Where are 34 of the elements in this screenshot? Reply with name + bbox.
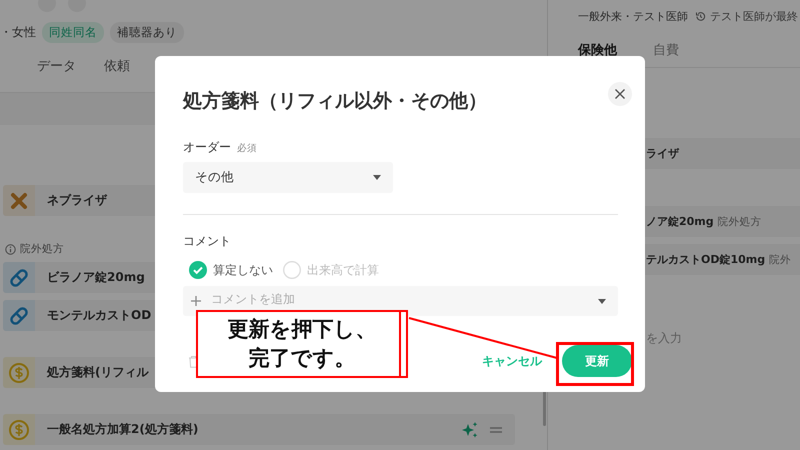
order-row[interactable]: 一般名処方加算2(処方箋料): [3, 414, 515, 445]
close-button[interactable]: [608, 82, 632, 106]
radio-icon[interactable]: [283, 261, 301, 279]
tab[interactable]: 自費: [653, 41, 679, 67]
coin-icon: [7, 360, 31, 384]
caret-icon: [598, 298, 606, 304]
tab[interactable]: 依頼: [104, 57, 130, 77]
sparkle-icon: [461, 420, 479, 438]
order-select[interactable]: その他: [183, 162, 393, 193]
dialog-title: 処方箋料（リフィル以外・その他）: [183, 89, 487, 114]
patient-tag: 補聴器あり: [110, 22, 184, 42]
patient-demographics: ・女性: [0, 24, 36, 40]
callout-text: 更新を押下し、完了です。: [196, 310, 408, 378]
close-icon: [614, 88, 626, 100]
info-icon: [5, 244, 16, 254]
history-text: テスト医師が最終: [710, 9, 798, 24]
field-label: オーダー: [183, 139, 231, 156]
order-note: 院外処方: [718, 214, 762, 228]
order-note: 院外: [769, 252, 792, 266]
drag-handle-icon[interactable]: [489, 424, 503, 434]
tab[interactable]: データ: [37, 57, 76, 77]
field-label: コメント: [183, 233, 231, 250]
coin-icon: [7, 418, 31, 442]
caret-icon: [373, 175, 381, 180]
plus-icon: [191, 296, 201, 306]
group-label: 院外処方: [20, 242, 64, 256]
update-button[interactable]: 更新: [562, 345, 632, 377]
patient-tag: 同姓同名: [42, 22, 104, 42]
history-icon: [695, 11, 706, 22]
required-mark: 必須: [237, 142, 257, 155]
check-circle-icon[interactable]: [189, 261, 207, 279]
cancel-button[interactable]: キャンセル: [480, 348, 544, 374]
visit-info: 一般外来・テスト医師: [578, 9, 688, 24]
option-label[interactable]: 算定しない: [213, 262, 273, 278]
